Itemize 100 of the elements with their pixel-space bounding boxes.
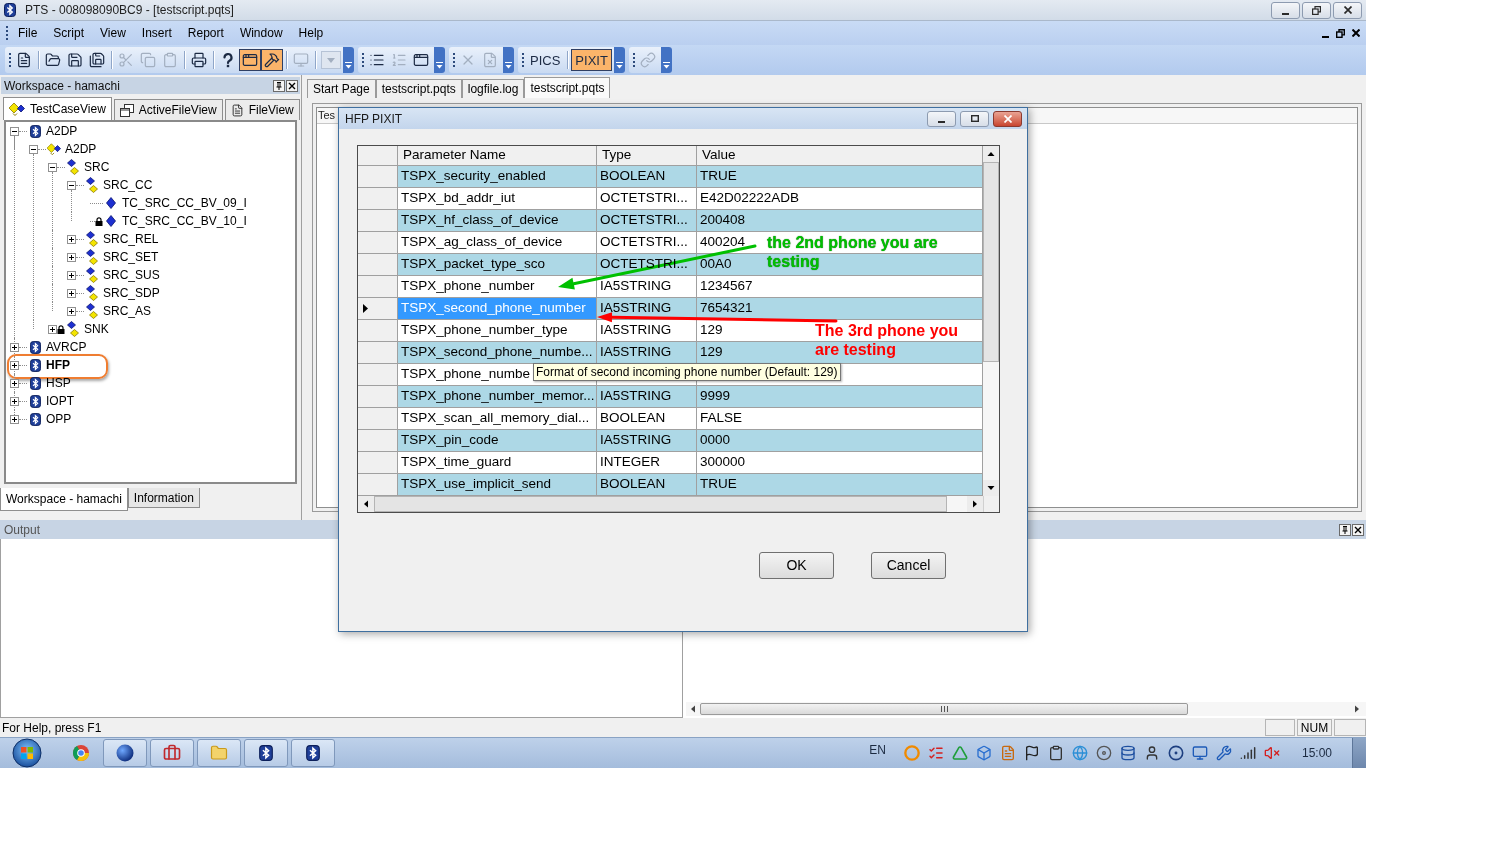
restore-icon[interactable] <box>1336 28 1345 38</box>
toolbar-options-button[interactable] <box>660 47 672 73</box>
scrollbar-thumb[interactable] <box>700 703 1188 715</box>
disc-icon[interactable] <box>1095 745 1112 761</box>
taskbar-button[interactable] <box>150 739 194 767</box>
minus-box-icon[interactable] <box>48 162 57 172</box>
tree-item[interactable]: SRC_REL <box>103 231 159 247</box>
tree-item[interactable]: IOPT <box>46 393 74 409</box>
row-header-cell[interactable] <box>358 232 398 254</box>
dialog-button[interactable]: OK <box>759 552 834 579</box>
close-button[interactable] <box>993 110 1022 127</box>
minimize-button[interactable] <box>1271 1 1300 19</box>
tree-item[interactable]: SRC_SUS <box>103 267 160 283</box>
tree-item[interactable]: A2DP <box>65 141 97 157</box>
close-button[interactable] <box>1333 1 1362 19</box>
pin-icon[interactable] <box>273 79 285 92</box>
checklist-icon[interactable] <box>927 745 944 761</box>
menu-item[interactable]: View <box>92 24 134 42</box>
grip-handle-icon[interactable] <box>362 53 364 67</box>
menu-item[interactable]: Window <box>231 24 291 42</box>
tree-item[interactable]: SRC_AS <box>103 303 152 319</box>
signal-icon[interactable] <box>1239 745 1256 761</box>
scrollbar-thumb[interactable] <box>983 162 999 362</box>
column-header[interactable]: Type <box>597 146 697 166</box>
document-tab[interactable]: testscript.pqts <box>524 77 611 98</box>
row-header-cell[interactable] <box>358 430 398 452</box>
row-header-cell[interactable] <box>358 276 398 298</box>
row-header-cell[interactable] <box>358 188 398 210</box>
row-header-cell[interactable] <box>358 210 398 232</box>
menu-item[interactable]: Script <box>45 24 93 42</box>
wrench-icon[interactable] <box>1215 745 1232 761</box>
grip-handle-icon[interactable] <box>6 26 8 40</box>
flag-icon[interactable] <box>1023 745 1040 761</box>
plus-box-icon[interactable] <box>10 360 19 370</box>
tree-item[interactable]: SRC_SDP <box>103 285 160 301</box>
tree-item[interactable]: TC_SRC_CC_BV_10_I <box>122 213 247 229</box>
row-header-cell[interactable] <box>358 408 398 430</box>
row-header-cell[interactable] <box>358 452 398 474</box>
taskbar-button[interactable] <box>291 739 335 767</box>
view-tab[interactable]: FileView <box>224 99 300 120</box>
round-logo-icon[interactable] <box>72 744 90 762</box>
menu-item[interactable]: Report <box>179 24 232 42</box>
clipboard-icon[interactable] <box>1047 745 1064 761</box>
tree-item[interactable]: HFP <box>46 357 70 373</box>
database-icon[interactable] <box>1119 745 1136 761</box>
view-tab[interactable]: ActiveFileView <box>113 99 223 120</box>
circle-dot-icon[interactable] <box>1167 745 1184 761</box>
clock[interactable]: 15:00 <box>1301 744 1332 762</box>
tree-item[interactable]: SRC <box>84 159 110 175</box>
minimize-icon[interactable] <box>1322 35 1329 38</box>
row-header-cell[interactable] <box>358 474 398 496</box>
row-header-cell[interactable] <box>358 254 398 276</box>
tree-item[interactable]: SRC_SET <box>103 249 159 265</box>
plus-box-icon[interactable] <box>10 414 19 424</box>
plus-box-icon[interactable] <box>10 396 19 406</box>
view-tab[interactable]: TestCaseView <box>3 97 112 120</box>
tree-item[interactable]: TC_SRC_CC_BV_09_I <box>122 195 247 211</box>
maximize-button[interactable] <box>960 110 989 127</box>
language-indicator[interactable]: EN <box>869 741 886 759</box>
plus-box-icon[interactable] <box>67 234 76 244</box>
start-orb-icon[interactable] <box>12 738 42 768</box>
plus-box-icon[interactable] <box>10 378 19 388</box>
monitor-icon[interactable] <box>1191 745 1208 761</box>
taskbar-button[interactable] <box>103 739 147 767</box>
column-header[interactable]: Parameter Name <box>398 146 597 166</box>
plus-box-icon[interactable] <box>10 342 19 352</box>
grip-handle-icon[interactable] <box>632 53 635 67</box>
menu-item[interactable]: Help <box>290 24 332 42</box>
grip-handle-icon[interactable] <box>522 53 524 67</box>
menu-item[interactable]: File <box>10 24 46 42</box>
row-header-cell[interactable] <box>358 386 398 408</box>
minus-box-icon[interactable] <box>29 144 38 154</box>
plus-box-icon[interactable] <box>67 288 76 298</box>
plus-box-icon[interactable] <box>67 252 76 262</box>
tree-item[interactable]: AVRCP <box>46 339 87 355</box>
restore-button[interactable] <box>1302 1 1331 19</box>
row-header-cell[interactable] <box>358 364 398 386</box>
tree-item[interactable]: A2DP <box>46 123 78 139</box>
toolbar-button[interactable] <box>239 49 261 71</box>
plus-box-icon[interactable] <box>48 324 57 334</box>
horizontal-scrollbar[interactable] <box>686 702 1366 716</box>
document-tab[interactable]: Start Page <box>307 79 376 98</box>
toolbar-button[interactable]: PICS <box>526 49 565 71</box>
tree-item[interactable]: SNK <box>84 321 109 337</box>
dialog-button[interactable]: Cancel <box>871 552 946 579</box>
plus-box-icon[interactable] <box>67 270 76 280</box>
pin-icon[interactable] <box>1339 523 1351 536</box>
minus-box-icon[interactable] <box>10 126 19 136</box>
document-tab[interactable]: testscript.pqts <box>375 79 462 98</box>
row-header-cell[interactable] <box>358 320 398 342</box>
plus-box-icon[interactable] <box>67 306 76 316</box>
row-header-cell[interactable] <box>358 342 398 364</box>
toolbar-options-button[interactable] <box>434 47 445 73</box>
row-header-cell[interactable] <box>358 166 398 188</box>
close-icon[interactable] <box>1352 29 1360 37</box>
muted-speaker-icon[interactable] <box>1263 745 1280 761</box>
column-header[interactable]: Value <box>697 146 983 166</box>
toolbar-options-button[interactable] <box>343 47 354 73</box>
document-tab[interactable]: logfile.log <box>461 79 525 98</box>
box-icon[interactable] <box>975 745 992 761</box>
